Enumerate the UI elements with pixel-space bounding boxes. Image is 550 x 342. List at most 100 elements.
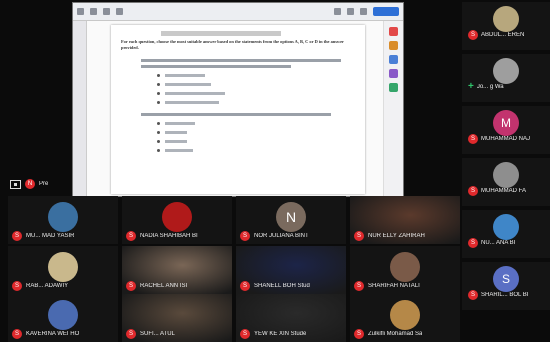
avatar bbox=[390, 252, 420, 283]
participant-tile[interactable]: S YEW KE XIN Stude bbox=[236, 294, 346, 342]
participant-name: MUHAMMAD FA bbox=[481, 188, 526, 194]
avatar: N bbox=[276, 202, 306, 233]
tool-icon[interactable] bbox=[347, 8, 354, 15]
status-badge: S bbox=[468, 290, 478, 300]
participant-name: Zulkifli Mohamad Sa bbox=[368, 331, 423, 337]
participant-tile[interactable]: S RAB... ADAWIY bbox=[8, 246, 118, 294]
presenter-badge: N bbox=[25, 179, 35, 189]
avatar bbox=[493, 58, 519, 85]
status-badge: S bbox=[126, 329, 136, 339]
participant-tile[interactable]: S Zulkifli Mohamad Sa bbox=[350, 294, 460, 342]
participant-name: YEW KE XIN Stude bbox=[254, 331, 307, 337]
participant-tile[interactable]: S RACHEL ANN ISI bbox=[122, 246, 232, 294]
option bbox=[157, 149, 355, 152]
participant-name: SUFI... ATUL bbox=[140, 331, 175, 337]
share-button[interactable] bbox=[373, 7, 399, 16]
option bbox=[157, 122, 355, 125]
sign-icon[interactable] bbox=[389, 69, 398, 78]
participant-tile[interactable]: S S SHARIL... BOL BI bbox=[462, 262, 550, 310]
zoom-icon[interactable] bbox=[116, 8, 123, 15]
participant-name: NU... ANA BI bbox=[481, 240, 516, 246]
avatar: S bbox=[493, 266, 519, 293]
avatar bbox=[48, 202, 78, 233]
participant-name: MUHAMMAD NAJ bbox=[481, 136, 530, 142]
participant-name: NOR JULIANA BINT bbox=[254, 233, 309, 239]
tool-icon[interactable] bbox=[334, 8, 341, 15]
status-badge: S bbox=[354, 329, 364, 339]
question-line bbox=[141, 113, 331, 116]
status-badge: S bbox=[468, 134, 478, 144]
participant-name: NUR ELLY ZAHIRAH bbox=[368, 233, 425, 239]
document-page: For each question, choose the most suita… bbox=[111, 25, 365, 194]
menu-icon[interactable] bbox=[77, 8, 84, 15]
status-badge: S bbox=[240, 329, 250, 339]
status-badge: S bbox=[354, 231, 364, 241]
thumbnail-sidebar[interactable] bbox=[73, 21, 87, 196]
question-line bbox=[141, 59, 341, 62]
option bbox=[157, 101, 355, 104]
plus-icon: + bbox=[468, 81, 474, 92]
participant-tile[interactable]: S NUR ELLY ZAHIRAH bbox=[350, 196, 460, 244]
status-badge: S bbox=[126, 281, 136, 291]
participant-name: SHARIFAH NATALI bbox=[368, 283, 420, 289]
tools-panel bbox=[383, 21, 403, 196]
instructions-text: For each question, choose the most suita… bbox=[121, 39, 344, 50]
participant-tile[interactable]: + Jo... g Wa bbox=[462, 54, 550, 102]
avatar bbox=[493, 162, 519, 189]
status-badge: S bbox=[12, 231, 22, 241]
status-badge: S bbox=[126, 231, 136, 241]
comment-icon[interactable] bbox=[389, 41, 398, 50]
screen-share-icon bbox=[10, 179, 21, 189]
participant-name: ABDUL... EREN bbox=[481, 32, 525, 38]
presenter-strip[interactable]: N Pre bbox=[10, 176, 72, 192]
avatar bbox=[493, 6, 519, 33]
status-badge: S bbox=[354, 281, 364, 291]
option bbox=[157, 140, 355, 143]
participant-tile[interactable]: M S MUHAMMAD NAJ bbox=[462, 106, 550, 154]
participant-tile[interactable]: N S NOR JULIANA BINT bbox=[236, 196, 346, 244]
status-badge: S bbox=[468, 186, 478, 196]
participant-tile[interactable]: S NU... ANA BI bbox=[462, 210, 550, 258]
shared-screen: For each question, choose the most suita… bbox=[72, 2, 404, 197]
participant-name-bar: S NU... ANA BI bbox=[468, 238, 515, 248]
participant-name-bar: S ABDUL... EREN bbox=[468, 30, 524, 40]
edit-icon[interactable] bbox=[389, 55, 398, 64]
participant-name: MU... MAD YASIR bbox=[26, 233, 75, 239]
participant-name-bar: S KAVERINA WEI HO bbox=[12, 329, 79, 339]
participant-name-bar: S MU... MAD YASIR bbox=[12, 231, 74, 241]
participant-name-bar: S MUHAMMAD NAJ bbox=[468, 134, 530, 144]
avatar bbox=[48, 252, 78, 283]
tool-icon[interactable] bbox=[360, 8, 367, 15]
participant-tile[interactable]: S MU... MAD YASIR bbox=[8, 196, 118, 244]
option bbox=[157, 131, 355, 134]
question-line bbox=[141, 65, 291, 68]
avatar bbox=[493, 214, 519, 241]
participant-tile[interactable]: S NADIA SHAHIBAH BI bbox=[122, 196, 232, 244]
participant-name-bar: S NOR JULIANA BINT bbox=[240, 231, 309, 241]
presenter-label: Pre bbox=[39, 181, 49, 187]
participant-tile[interactable]: S SUFI... ATUL bbox=[122, 294, 232, 342]
participant-name-bar: S NUR ELLY ZAHIRAH bbox=[354, 231, 425, 241]
participant-name-bar: S SHANELL BOH Stud bbox=[240, 281, 310, 291]
participant-tile[interactable]: S MUHAMMAD FA bbox=[462, 158, 550, 206]
option bbox=[157, 74, 355, 77]
participant-name: SHARIL... BOL BI bbox=[481, 292, 529, 298]
option bbox=[157, 83, 355, 86]
status-badge: S bbox=[12, 281, 22, 291]
avatar bbox=[162, 202, 192, 233]
status-badge: S bbox=[468, 30, 478, 40]
participant-name-bar: S SUFI... ATUL bbox=[126, 329, 175, 339]
save-icon[interactable] bbox=[90, 8, 97, 15]
participant-tile[interactable]: S SHANELL BOH Stud bbox=[236, 246, 346, 294]
participant-tile[interactable]: S SHARIFAH NATALI bbox=[350, 246, 460, 294]
export-icon[interactable] bbox=[389, 83, 398, 92]
avatar bbox=[48, 300, 78, 331]
status-badge: S bbox=[240, 231, 250, 241]
participant-tile[interactable]: S ABDUL... EREN bbox=[462, 2, 550, 50]
print-icon[interactable] bbox=[103, 8, 110, 15]
participant-tile[interactable]: S KAVERINA WEI HO bbox=[8, 294, 118, 342]
participant-name: RACHEL ANN ISI bbox=[140, 283, 188, 289]
pdf-toolbar bbox=[73, 3, 403, 21]
avatar: M bbox=[493, 110, 519, 137]
pdf-tool-icon[interactable] bbox=[389, 27, 398, 36]
